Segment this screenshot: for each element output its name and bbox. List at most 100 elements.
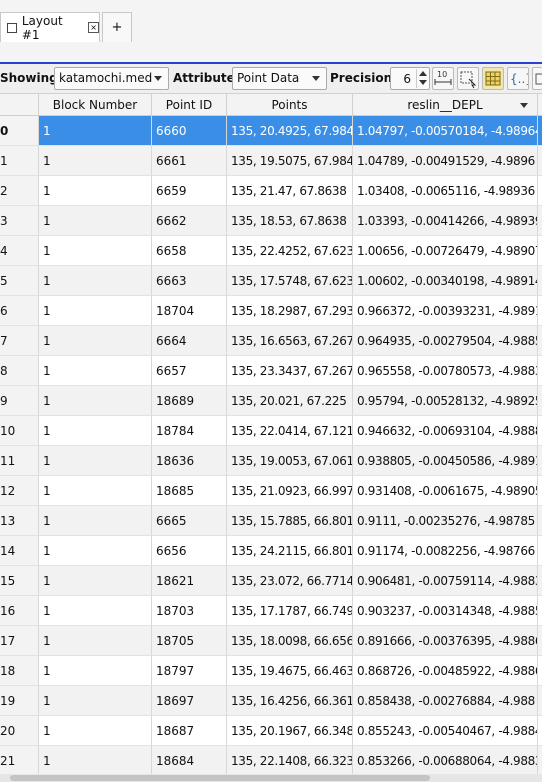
row-index[interactable]: 21: [0, 746, 39, 776]
cell-points[interactable]: 135, 18.53, 67.8638: [227, 206, 353, 236]
cell-block-number[interactable]: 1: [39, 656, 152, 686]
row-index[interactable]: 14: [0, 536, 39, 566]
cell-point-id[interactable]: 6664: [152, 326, 227, 356]
cell-reslin-depl[interactable]: 0.931408, -0.0061675, -4.98905: [353, 476, 538, 506]
cell-point-id[interactable]: 18684: [152, 746, 227, 776]
table-row[interactable]: 10 1 18784 135, 22.0414, 67.1213 0.946632, -…: [0, 416, 542, 446]
cell-block-number[interactable]: 1: [39, 236, 152, 266]
table-row[interactable]: 16 1 18703 135, 17.1787, 66.7496 0.903237, -…: [0, 596, 542, 626]
cell-block-number[interactable]: 1: [39, 716, 152, 746]
cell-reslin-depl[interactable]: 1.00656, -0.00726479, -4.98907: [353, 236, 538, 266]
table-row[interactable]: 0 1 6660 135, 20.4925, 67.9848 1.04797, -0.0…: [0, 116, 542, 146]
cell-reslin-depl[interactable]: 0.965558, -0.00780573, -4.98833: [353, 356, 538, 386]
spin-down-icon[interactable]: [419, 80, 427, 85]
cell-reslin-depl[interactable]: 0.903237, -0.00314348, -4.98859: [353, 596, 538, 626]
row-index[interactable]: 4: [0, 236, 39, 266]
cell-points[interactable]: 135, 17.5748, 67.6235: [227, 266, 353, 296]
cell-point-id[interactable]: 18784: [152, 416, 227, 446]
column-header-reslin-depl[interactable]: reslin__DEPL: [353, 94, 538, 116]
cell-point-id[interactable]: 6663: [152, 266, 227, 296]
attribute-select[interactable]: Point Data: [232, 67, 327, 90]
cell-reslin-depl[interactable]: 1.04789, -0.00491529, -4.9896: [353, 146, 538, 176]
row-index[interactable]: 8: [0, 356, 39, 386]
cell-points[interactable]: 135, 19.5075, 67.9848: [227, 146, 353, 176]
table-row[interactable]: 19 1 18697 135, 16.4256, 66.3615 0.858438, -…: [0, 686, 542, 716]
table-row[interactable]: 13 1 6665 135, 15.7885, 66.8017 0.9111, -0.0…: [0, 506, 542, 536]
select-cells-button[interactable]: [457, 67, 479, 90]
cell-point-id[interactable]: 6661: [152, 146, 227, 176]
cell-point-id[interactable]: 18704: [152, 296, 227, 326]
row-index[interactable]: 13: [0, 506, 39, 536]
cell-points[interactable]: 135, 16.4256, 66.3615: [227, 686, 353, 716]
row-index[interactable]: 10: [0, 416, 39, 446]
table-row[interactable]: 3 1 6662 135, 18.53, 67.8638 1.03393, -0.004…: [0, 206, 542, 236]
precision-spinbox[interactable]: 6: [390, 67, 430, 90]
table-row[interactable]: 7 1 6664 135, 16.6563, 67.2677 0.964935, -0.…: [0, 326, 542, 356]
row-index[interactable]: 18: [0, 656, 39, 686]
table-row[interactable]: 1 1 6661 135, 19.5075, 67.9848 1.04789, -0.0…: [0, 146, 542, 176]
table-row[interactable]: 5 1 6663 135, 17.5748, 67.6235 1.00602, -0.0…: [0, 266, 542, 296]
cell-reslin-depl[interactable]: 0.853266, -0.00688064, -4.9883: [353, 746, 538, 776]
cell-reslin-depl[interactable]: 0.855243, -0.00540467, -4.98849: [353, 716, 538, 746]
cell-block-number[interactable]: 1: [39, 146, 152, 176]
spin-up-icon[interactable]: [419, 71, 427, 76]
cell-point-id[interactable]: 6658: [152, 236, 227, 266]
table-row[interactable]: 21 1 18684 135, 22.1408, 66.3239 0.853266, -…: [0, 746, 542, 776]
scrollbar-thumb[interactable]: [10, 775, 430, 781]
cell-points[interactable]: 135, 15.7885, 66.8017: [227, 506, 353, 536]
cell-block-number[interactable]: 1: [39, 326, 152, 356]
cell-points[interactable]: 135, 21.47, 67.8638: [227, 176, 353, 206]
highlight-grid-button[interactable]: [482, 67, 504, 90]
table-row[interactable]: 14 1 6656 135, 24.2115, 66.8017 0.91174, -0.…: [0, 536, 542, 566]
cell-point-id[interactable]: 18687: [152, 716, 227, 746]
cell-points[interactable]: 135, 20.4925, 67.9848: [227, 116, 353, 146]
cell-points[interactable]: 135, 21.0923, 66.9975: [227, 476, 353, 506]
cell-point-id[interactable]: 6659: [152, 176, 227, 206]
cell-reslin-depl[interactable]: 0.91174, -0.0082256, -4.98766: [353, 536, 538, 566]
cell-block-number[interactable]: 1: [39, 356, 152, 386]
cell-reslin-depl[interactable]: 0.906481, -0.00759114, -4.98831: [353, 566, 538, 596]
cell-point-id[interactable]: 18703: [152, 596, 227, 626]
table-row[interactable]: 12 1 18685 135, 21.0923, 66.9975 0.931408, -…: [0, 476, 542, 506]
cell-point-id[interactable]: 6660: [152, 116, 227, 146]
cell-block-number[interactable]: 1: [39, 476, 152, 506]
cell-points[interactable]: 135, 22.0414, 67.1213: [227, 416, 353, 446]
cell-reslin-depl[interactable]: 0.858438, -0.00276884, -4.988: [353, 686, 538, 716]
cell-reslin-depl[interactable]: 0.95794, -0.00528132, -4.98925: [353, 386, 538, 416]
copy-button[interactable]: [532, 67, 542, 90]
cell-points[interactable]: 135, 23.3437, 67.2677: [227, 356, 353, 386]
cell-block-number[interactable]: 1: [39, 686, 152, 716]
row-index[interactable]: 17: [0, 626, 39, 656]
cell-block-number[interactable]: 1: [39, 416, 152, 446]
row-index[interactable]: 16: [0, 596, 39, 626]
row-index[interactable]: 12: [0, 476, 39, 506]
cell-point-id[interactable]: 18689: [152, 386, 227, 416]
cell-block-number[interactable]: 1: [39, 566, 152, 596]
cell-block-number[interactable]: 1: [39, 506, 152, 536]
cell-reslin-depl[interactable]: 1.00602, -0.00340198, -4.98914: [353, 266, 538, 296]
cell-reslin-depl[interactable]: 0.946632, -0.00693104, -4.98889: [353, 416, 538, 446]
cell-block-number[interactable]: 1: [39, 746, 152, 776]
cell-reslin-depl[interactable]: 0.891666, -0.00376395, -4.98869: [353, 626, 538, 656]
cell-points[interactable]: 135, 19.0053, 67.0617: [227, 446, 353, 476]
close-icon[interactable]: ×: [88, 22, 100, 33]
cell-reslin-depl[interactable]: 0.938805, -0.00450586, -4.98913: [353, 446, 538, 476]
horizontal-scrollbar[interactable]: [0, 774, 542, 782]
cell-block-number[interactable]: 1: [39, 386, 152, 416]
cell-point-id[interactable]: 18705: [152, 626, 227, 656]
cell-reslin-depl[interactable]: 0.966372, -0.00393231, -4.98917: [353, 296, 538, 326]
cell-reslin-depl[interactable]: 0.964935, -0.00279504, -4.98855: [353, 326, 538, 356]
cell-points[interactable]: 135, 16.6563, 67.2677: [227, 326, 353, 356]
toggle-column-visibility-button[interactable]: 10: [432, 67, 454, 90]
row-index[interactable]: 5: [0, 266, 39, 296]
add-layout-tab[interactable]: +: [102, 12, 132, 42]
row-index[interactable]: 15: [0, 566, 39, 596]
cell-points[interactable]: 135, 23.072, 66.7714: [227, 566, 353, 596]
table-row[interactable]: 8 1 6657 135, 23.3437, 67.2677 0.965558, -0.…: [0, 356, 542, 386]
table-row[interactable]: 9 1 18689 135, 20.021, 67.225 0.95794, -0.00…: [0, 386, 542, 416]
row-index[interactable]: 6: [0, 296, 39, 326]
cell-points[interactable]: 135, 19.4675, 66.4636: [227, 656, 353, 686]
row-index[interactable]: 7: [0, 326, 39, 356]
table-row[interactable]: 17 1 18705 135, 18.0098, 66.6562 0.891666, -…: [0, 626, 542, 656]
cell-block-number[interactable]: 1: [39, 116, 152, 146]
